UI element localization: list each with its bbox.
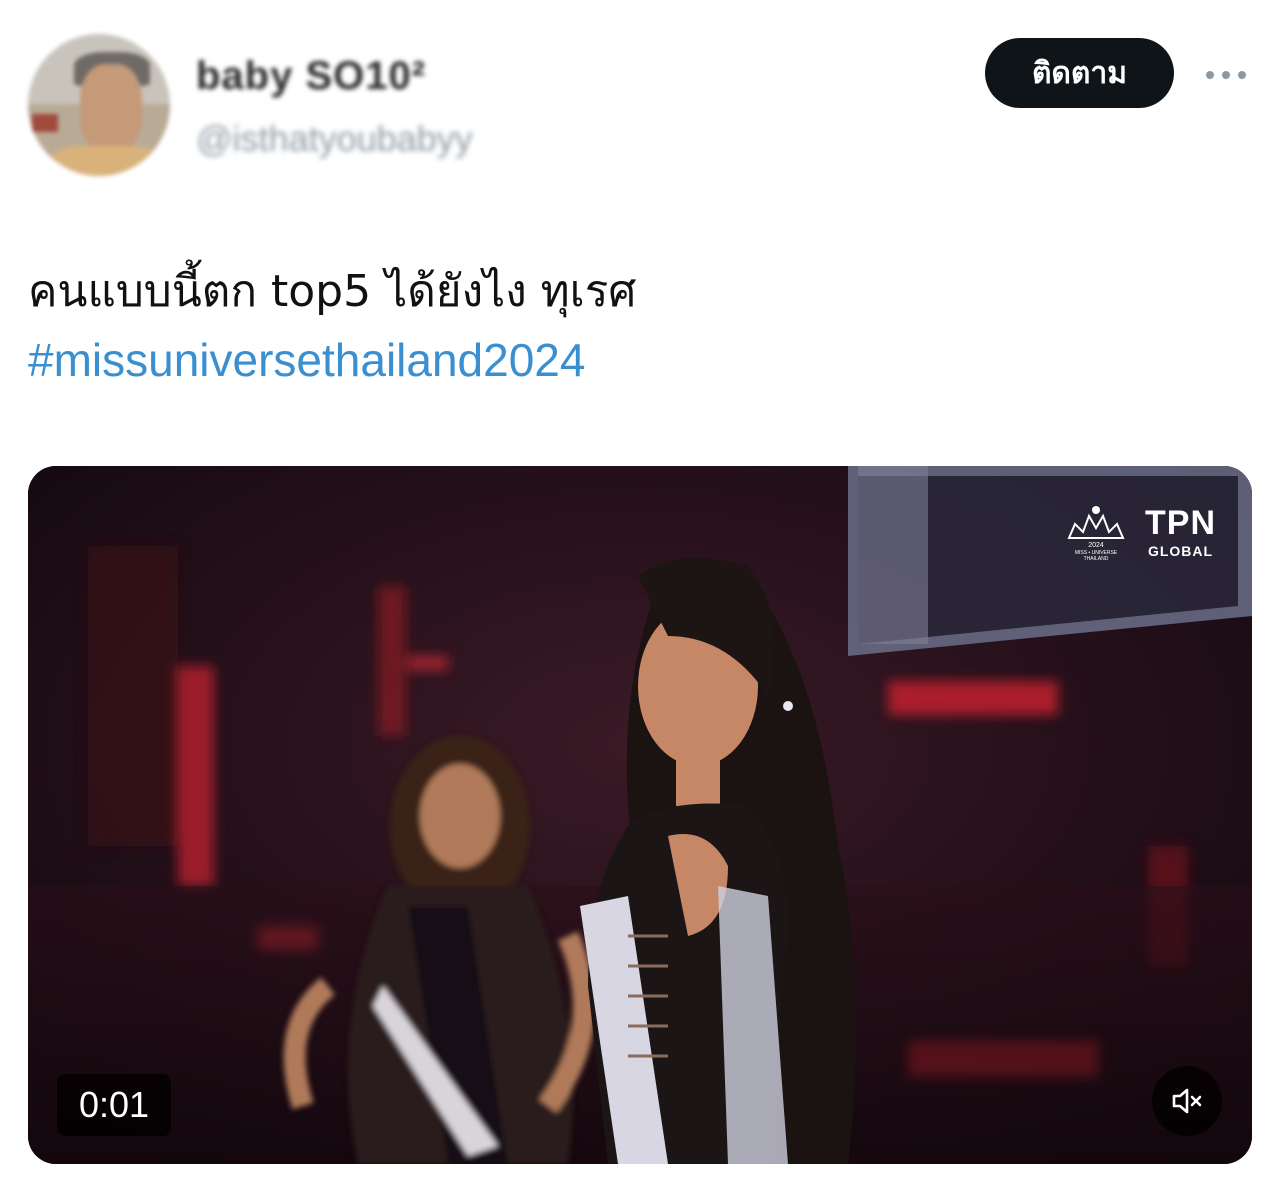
video-timestamp: 0:01: [57, 1074, 171, 1136]
broadcast-watermark: 2024 MISS • UNIVERSE THAILAND TPN GLOBAL: [1061, 502, 1216, 562]
author-handle[interactable]: @isthatyoubabyy: [196, 118, 473, 160]
miss-universe-crown-icon: 2024 MISS • UNIVERSE THAILAND: [1067, 506, 1125, 562]
video-frame: [28, 466, 1252, 1164]
video-player[interactable]: 2024 MISS • UNIVERSE THAILAND TPN GLOBAL…: [28, 466, 1252, 1164]
follow-button[interactable]: ติดตาม: [985, 38, 1174, 108]
speaker-muted-icon: [1172, 1088, 1202, 1114]
tpn-brand: TPN: [1145, 504, 1216, 542]
tpn-brand-sub: GLOBAL: [1147, 543, 1214, 559]
tpn-global-logo: TPN GLOBAL: [1145, 506, 1216, 558]
tweet-text: คนแบบนี้ตก top5 ได้ยังไง ทุเรศ: [28, 266, 637, 317]
mute-toggle-button[interactable]: [1152, 1066, 1222, 1136]
logo-line2: THAILAND: [1084, 556, 1109, 562]
author-display-name[interactable]: baby SO10²: [196, 54, 426, 99]
logo-year: 2024: [1088, 542, 1104, 549]
more-options-icon[interactable]: [1200, 60, 1252, 90]
author-avatar[interactable]: [28, 34, 170, 176]
hashtag-link[interactable]: #missuniversethailand2024: [28, 328, 585, 392]
